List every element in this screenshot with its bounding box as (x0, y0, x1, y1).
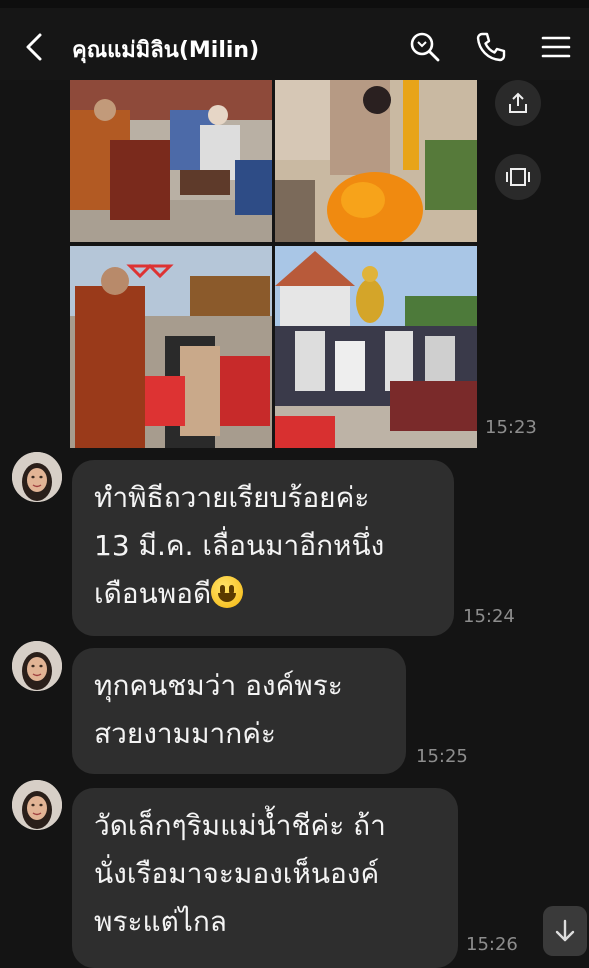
share-icon (509, 92, 527, 113)
avatar-image (12, 641, 62, 691)
phone-icon[interactable] (474, 30, 508, 64)
avatar-image (12, 452, 62, 502)
chat-header: คุณแม่มิลิน(Milin) (0, 8, 589, 80)
photo-golden-buddha-group[interactable] (275, 246, 477, 448)
message-line: ทำพิธีถวายเรียบร้อยค่ะ (94, 481, 370, 514)
message-time: 15:23 (485, 417, 537, 438)
status-bar (0, 0, 589, 8)
photo-offering-marigolds[interactable] (275, 80, 477, 242)
expand-icon (506, 168, 530, 186)
message-line: วัดเล็กๆริมแม่น้ำชีค่ะ ถ้า (94, 809, 386, 842)
search-icon[interactable] (408, 30, 442, 64)
message-line: พระแต่ไกล (94, 905, 227, 938)
photo-monk-with-crowd[interactable] (70, 246, 272, 448)
avatar[interactable] (12, 780, 62, 830)
scroll-to-bottom-button[interactable] (543, 906, 587, 956)
message-time: 15:24 (463, 606, 515, 627)
message-bubble[interactable]: ทุกคนชมว่า องค์พระ สวยงามมากค่ะ (72, 648, 406, 774)
menu-icon[interactable] (539, 30, 573, 64)
message-line: 13 มี.ค. เลื่อนมาอีกหนึ่ง (94, 529, 385, 562)
message-line: สวยงามมากค่ะ (94, 717, 276, 750)
message-time: 15:26 (466, 934, 518, 955)
message-line: นั่งเรือมาจะมองเห็นองค์ (94, 857, 380, 890)
photo-collage[interactable] (70, 80, 477, 448)
photo-ceremony-monks-seated[interactable] (70, 80, 272, 242)
message-line: เดือนพอดี (94, 577, 212, 610)
share-button[interactable] (495, 80, 541, 126)
chevron-left-icon[interactable] (22, 32, 48, 62)
arrow-down-icon (555, 919, 575, 942)
message-line: ทุกคนชมว่า องค์พระ (94, 669, 343, 702)
message-bubble[interactable]: วัดเล็กๆริมแม่น้ำชีค่ะ ถ้า นั่งเรือมาจะม… (72, 788, 458, 968)
grinning-face-icon (211, 576, 244, 608)
expand-button[interactable] (495, 154, 541, 200)
chat-title: คุณแม่มิลิน(Milin) (72, 38, 260, 63)
avatar[interactable] (12, 641, 62, 691)
message-bubble[interactable]: ทำพิธีถวายเรียบร้อยค่ะ 13 มี.ค. เลื่อนมา… (72, 460, 454, 636)
avatar[interactable] (12, 452, 62, 502)
avatar-image (12, 780, 62, 830)
message-time: 15:25 (416, 746, 468, 767)
